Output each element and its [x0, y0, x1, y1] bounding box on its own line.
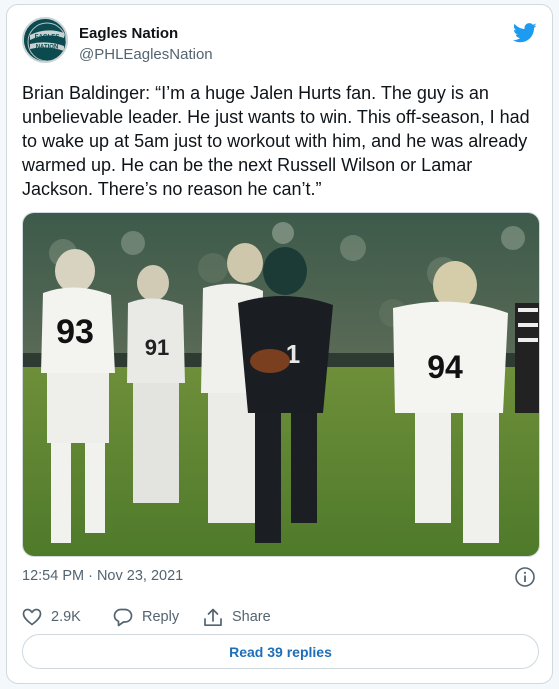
twitter-bird-icon[interactable]: [513, 22, 537, 44]
svg-text:94: 94: [427, 349, 463, 385]
tweet-text: Brian Baldinger: “I’m a huge Jalen Hurts…: [22, 83, 535, 199]
share-label: Share: [232, 609, 271, 625]
tweet-card: EAGLES NATION Eagles Nation @PHLEaglesNa…: [6, 4, 553, 684]
share-icon: [204, 608, 222, 626]
user-display-name[interactable]: Eagles Nation: [79, 25, 178, 42]
like-count: 2.9K: [51, 609, 81, 625]
user-handle[interactable]: @PHLEaglesNation: [79, 46, 213, 63]
tweet-actions: 2.9K Reply Share: [22, 606, 542, 628]
football-game-photo: 93 91 1 94: [23, 213, 539, 556]
eagles-nation-logo-icon: EAGLES NATION: [24, 19, 66, 61]
like-button[interactable]: 2.9K: [22, 606, 81, 628]
svg-text:NATION: NATION: [36, 45, 59, 51]
info-icon[interactable]: [514, 566, 536, 588]
svg-text:EAGLES: EAGLES: [35, 35, 60, 41]
heart-icon: [22, 608, 42, 626]
reply-label: Reply: [142, 609, 180, 625]
svg-text:91: 91: [145, 335, 169, 360]
tweet-photo[interactable]: 93 91 1 94: [22, 212, 540, 557]
tweet-timestamp[interactable]: 12:54 PM · Nov 23, 2021: [22, 568, 183, 584]
reply-button[interactable]: Reply: [113, 606, 179, 628]
reply-bubble-icon: [113, 608, 133, 626]
share-button[interactable]: Share: [203, 606, 271, 628]
avatar[interactable]: EAGLES NATION: [22, 17, 68, 63]
read-replies-button[interactable]: Read 39 replies: [22, 634, 539, 669]
svg-text:93: 93: [56, 313, 94, 351]
